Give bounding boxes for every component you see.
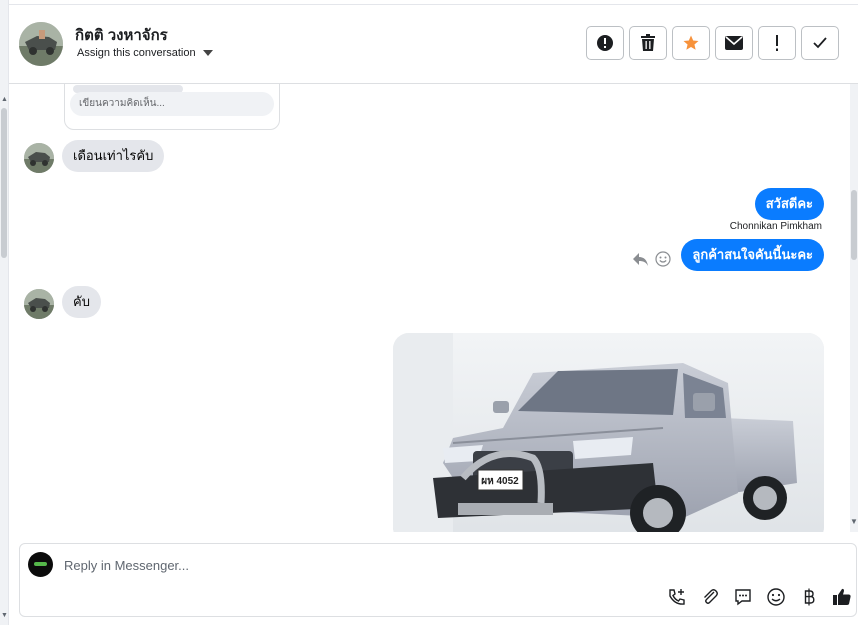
emoji-icon [767, 588, 785, 606]
star-icon [683, 35, 699, 50]
contact-avatar-small[interactable] [24, 289, 54, 319]
reply-composer [19, 543, 857, 617]
conversation-header: กิตติ วงหาจักร Assign this conversation [9, 4, 858, 84]
baht-icon [804, 588, 815, 606]
assign-label: Assign this conversation [77, 47, 196, 59]
delete-button[interactable] [629, 26, 667, 60]
emoji-button[interactable] [765, 586, 787, 608]
page-avatar [28, 552, 53, 577]
payment-button[interactable] [798, 586, 820, 608]
assign-conversation-dropdown[interactable]: Assign this conversation [77, 47, 213, 59]
like-button[interactable] [831, 586, 853, 608]
trash-icon [641, 34, 655, 51]
mark-unread-button[interactable] [715, 26, 753, 60]
message-tools [632, 251, 671, 267]
react-emoji-icon[interactable] [655, 251, 671, 267]
phone-add-button[interactable] [666, 586, 688, 608]
star-button[interactable] [672, 26, 710, 60]
message-thread[interactable]: เขียนความคิดเห็น... เดือนเท่าไรคับ สวัสด… [9, 84, 850, 532]
reply-input[interactable] [64, 556, 764, 574]
incoming-message[interactable]: คับ [62, 286, 101, 318]
phone-add-icon [669, 589, 685, 605]
contact-avatar-small[interactable] [24, 143, 54, 173]
saved-reply-icon [735, 589, 751, 606]
follow-up-button[interactable] [758, 26, 796, 60]
contact-name[interactable]: กิตติ วงหาจักร [75, 23, 168, 47]
license-plate-text: ผห 4052 [481, 476, 519, 487]
outgoing-message[interactable]: สวัสดีคะ [754, 188, 824, 220]
reply-icon[interactable] [632, 252, 649, 267]
mark-done-button[interactable] [801, 26, 839, 60]
saved-reply-button[interactable] [732, 586, 754, 608]
scroll-down-arrow-icon[interactable]: ▼ [1, 612, 8, 619]
scroll-down-arrow-icon[interactable]: ▼ [850, 517, 858, 526]
checkmark-icon [813, 37, 827, 49]
comment-input[interactable]: เขียนความคิดเห็น... [70, 92, 274, 116]
exclamation-icon [776, 35, 778, 51]
attachment-icon [704, 589, 718, 604]
mark-spam-button[interactable] [586, 26, 624, 60]
left-scrollbar[interactable]: ▲ ▼ [0, 0, 9, 625]
thread-scrollbar[interactable]: ▼ [850, 84, 858, 532]
scroll-up-arrow-icon[interactable]: ▲ [1, 96, 8, 103]
outgoing-message[interactable]: ลูกค้าสนใจคันนี้นะคะ [681, 239, 824, 271]
incoming-message[interactable]: เดือนเท่าไรคับ [62, 140, 165, 172]
header-actions [586, 26, 839, 60]
contact-avatar[interactable] [19, 22, 63, 66]
page-logo-icon [34, 562, 47, 566]
photo-attachment[interactable]: ผห 4052 [393, 333, 824, 532]
caret-down-icon [202, 50, 213, 56]
comment-card: เขียนความคิดเห็น... [64, 84, 280, 130]
scrollbar-thumb[interactable] [851, 190, 857, 260]
like-icon [833, 588, 851, 605]
composer-tools [666, 586, 853, 608]
scrollbar-thumb[interactable] [1, 108, 7, 258]
sender-name: Chonnikan Pimkham [729, 221, 822, 232]
alert-circle-icon [597, 35, 613, 51]
envelope-icon [725, 36, 743, 50]
attachment-button[interactable] [699, 586, 721, 608]
